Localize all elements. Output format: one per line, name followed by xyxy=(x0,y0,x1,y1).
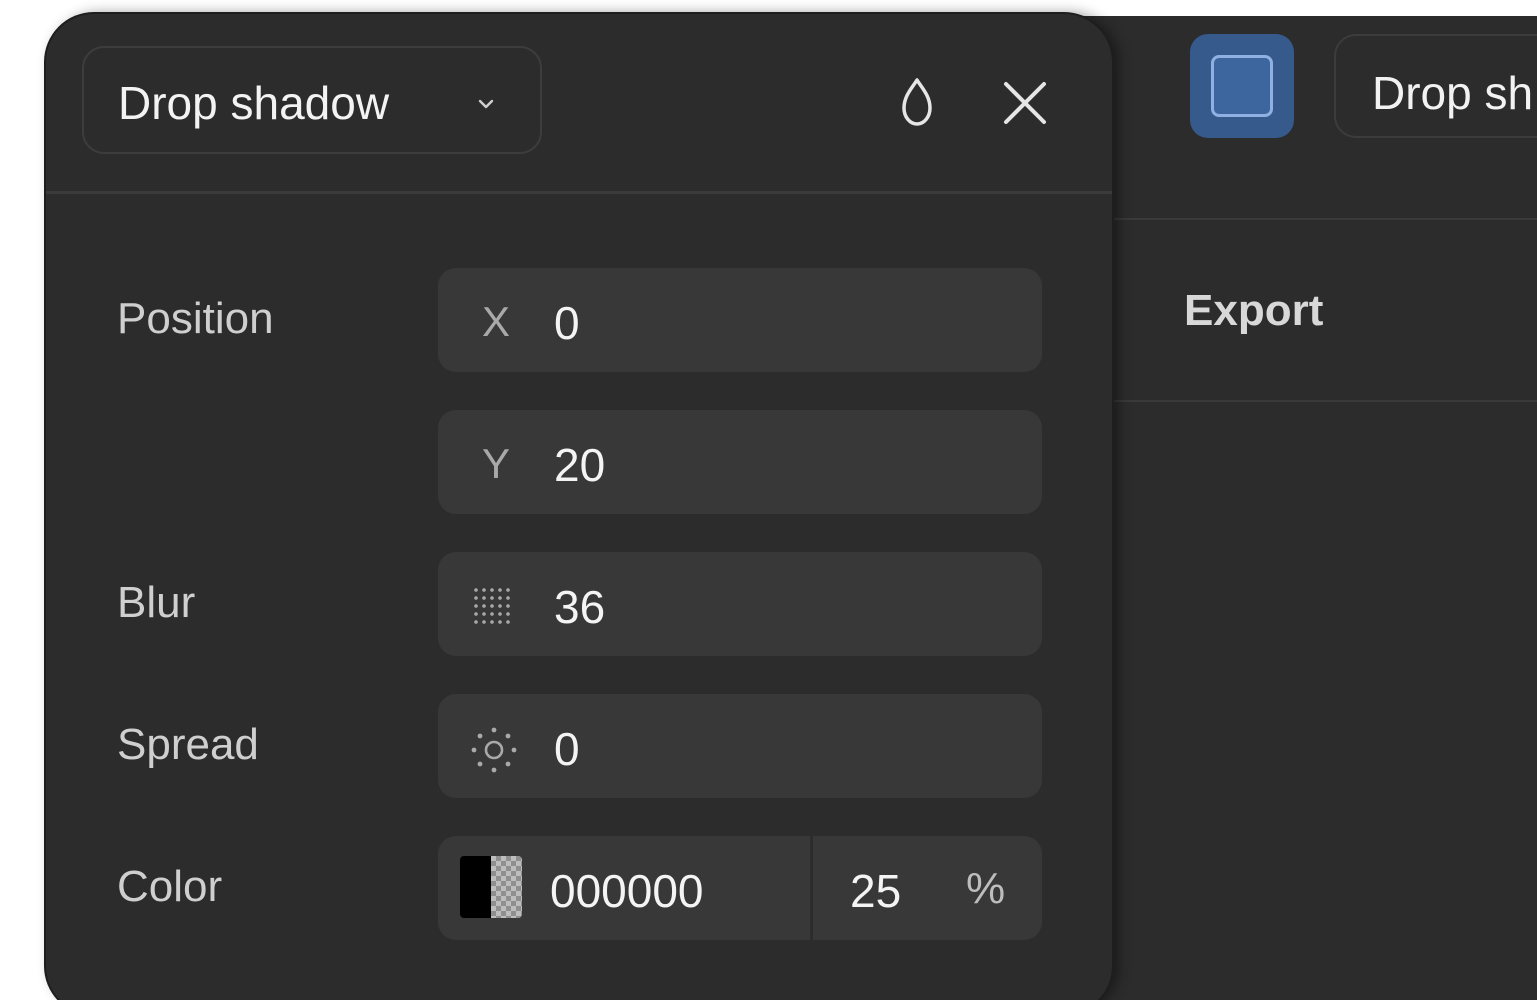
color-field-divider xyxy=(810,836,813,940)
color-swatch[interactable] xyxy=(460,856,522,918)
export-section-title[interactable]: Export xyxy=(1184,286,1323,336)
position-y-value[interactable]: 20 xyxy=(554,438,605,492)
swatch-transparency-preview xyxy=(491,856,522,918)
effect-settings-popover: Drop shadow Position X 0 Y 20 Blur 36 Sp… xyxy=(46,14,1112,1000)
effect-type-select-background[interactable]: Drop sh xyxy=(1334,34,1537,138)
blur-value[interactable]: 36 xyxy=(554,580,605,634)
x-prefix: X xyxy=(481,298,510,345)
canvas: Drop sh Export Drop shadow Position X 0 xyxy=(0,0,1537,1000)
blur-grid-icon xyxy=(474,588,510,624)
spread-sun-icon xyxy=(471,727,517,773)
color-field[interactable]: 000000 25 % xyxy=(438,836,1042,940)
position-x-field[interactable]: X 0 xyxy=(438,268,1042,372)
properties-panel: Drop sh Export xyxy=(1080,16,1537,1000)
divider xyxy=(1080,218,1537,220)
position-label: Position xyxy=(117,294,274,343)
color-hex-value[interactable]: 000000 xyxy=(550,864,704,918)
position-y-field[interactable]: Y 20 xyxy=(438,410,1042,514)
color-label: Color xyxy=(117,862,223,911)
chevron-down-icon xyxy=(478,99,494,109)
y-prefix: Y xyxy=(481,440,510,487)
swatch-solid-color xyxy=(460,856,491,918)
divider xyxy=(1080,400,1537,402)
blur-field[interactable]: 36 xyxy=(438,552,1042,656)
opacity-unit: % xyxy=(966,864,1006,913)
drop-icon[interactable] xyxy=(882,68,952,138)
spread-label: Spread xyxy=(117,720,259,769)
square-outline-icon xyxy=(1211,55,1273,117)
blur-label: Blur xyxy=(117,578,196,627)
spread-field[interactable]: 0 xyxy=(438,694,1042,798)
effect-type-label: Drop sh xyxy=(1372,67,1534,119)
spread-value[interactable]: 0 xyxy=(554,722,580,776)
close-icon[interactable] xyxy=(990,68,1060,138)
effect-type-select[interactable]: Drop shadow xyxy=(82,46,542,154)
effect-type-label: Drop shadow xyxy=(118,77,390,129)
position-x-value[interactable]: 0 xyxy=(554,296,580,350)
opacity-value[interactable]: 25 xyxy=(850,864,901,918)
header-divider xyxy=(46,191,1112,194)
effect-preview-button[interactable] xyxy=(1190,34,1294,138)
